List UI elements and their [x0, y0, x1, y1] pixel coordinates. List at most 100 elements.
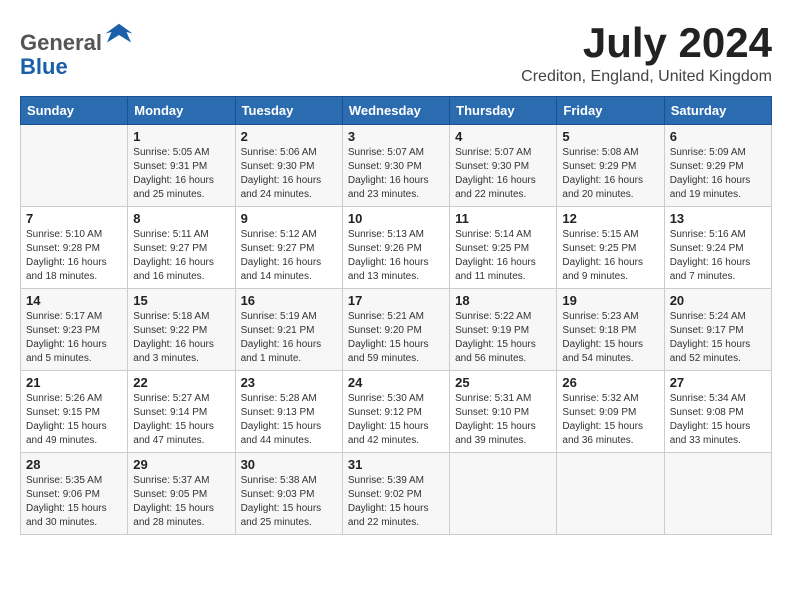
day-number: 2	[241, 129, 337, 144]
calendar-cell: 9 Sunrise: 5:12 AM Sunset: 9:27 PM Dayli…	[235, 207, 342, 289]
calendar-cell: 2 Sunrise: 5:06 AM Sunset: 9:30 PM Dayli…	[235, 125, 342, 207]
day-number: 29	[133, 457, 229, 472]
day-number: 10	[348, 211, 444, 226]
day-info: Sunrise: 5:09 AM Sunset: 9:29 PM Dayligh…	[670, 146, 766, 202]
day-info: Sunrise: 5:22 AM Sunset: 9:19 PM Dayligh…	[455, 310, 551, 366]
calendar-cell: 7 Sunrise: 5:10 AM Sunset: 9:28 PM Dayli…	[21, 207, 128, 289]
calendar-cell: 29 Sunrise: 5:37 AM Sunset: 9:05 PM Dayl…	[128, 453, 235, 535]
calendar-cell: 22 Sunrise: 5:27 AM Sunset: 9:14 PM Dayl…	[128, 371, 235, 453]
calendar-cell: 28 Sunrise: 5:35 AM Sunset: 9:06 PM Dayl…	[21, 453, 128, 535]
calendar-cell	[664, 453, 771, 535]
calendar-cell: 20 Sunrise: 5:24 AM Sunset: 9:17 PM Dayl…	[664, 289, 771, 371]
day-info: Sunrise: 5:32 AM Sunset: 9:09 PM Dayligh…	[562, 392, 658, 448]
day-number: 25	[455, 375, 551, 390]
day-number: 12	[562, 211, 658, 226]
day-info: Sunrise: 5:18 AM Sunset: 9:22 PM Dayligh…	[133, 310, 229, 366]
day-info: Sunrise: 5:08 AM Sunset: 9:29 PM Dayligh…	[562, 146, 658, 202]
calendar-cell: 18 Sunrise: 5:22 AM Sunset: 9:19 PM Dayl…	[450, 289, 557, 371]
col-header-friday: Friday	[557, 97, 664, 125]
day-info: Sunrise: 5:23 AM Sunset: 9:18 PM Dayligh…	[562, 310, 658, 366]
calendar-cell	[450, 453, 557, 535]
day-info: Sunrise: 5:38 AM Sunset: 9:03 PM Dayligh…	[241, 474, 337, 530]
day-info: Sunrise: 5:06 AM Sunset: 9:30 PM Dayligh…	[241, 146, 337, 202]
day-number: 20	[670, 293, 766, 308]
day-info: Sunrise: 5:34 AM Sunset: 9:08 PM Dayligh…	[670, 392, 766, 448]
day-info: Sunrise: 5:28 AM Sunset: 9:13 PM Dayligh…	[241, 392, 337, 448]
calendar-cell: 10 Sunrise: 5:13 AM Sunset: 9:26 PM Dayl…	[342, 207, 449, 289]
day-number: 21	[26, 375, 122, 390]
day-number: 22	[133, 375, 229, 390]
title-block: July 2024 Crediton, England, United King…	[521, 20, 772, 86]
day-info: Sunrise: 5:24 AM Sunset: 9:17 PM Dayligh…	[670, 310, 766, 366]
calendar-cell: 30 Sunrise: 5:38 AM Sunset: 9:03 PM Dayl…	[235, 453, 342, 535]
calendar-cell: 1 Sunrise: 5:05 AM Sunset: 9:31 PM Dayli…	[128, 125, 235, 207]
day-number: 16	[241, 293, 337, 308]
calendar-table: SundayMondayTuesdayWednesdayThursdayFrid…	[20, 96, 772, 535]
day-number: 28	[26, 457, 122, 472]
calendar-cell: 27 Sunrise: 5:34 AM Sunset: 9:08 PM Dayl…	[664, 371, 771, 453]
logo-text: General Blue	[20, 20, 134, 79]
day-number: 1	[133, 129, 229, 144]
calendar-cell: 17 Sunrise: 5:21 AM Sunset: 9:20 PM Dayl…	[342, 289, 449, 371]
day-number: 5	[562, 129, 658, 144]
day-info: Sunrise: 5:30 AM Sunset: 9:12 PM Dayligh…	[348, 392, 444, 448]
day-number: 18	[455, 293, 551, 308]
day-info: Sunrise: 5:15 AM Sunset: 9:25 PM Dayligh…	[562, 228, 658, 284]
day-info: Sunrise: 5:13 AM Sunset: 9:26 PM Dayligh…	[348, 228, 444, 284]
col-header-sunday: Sunday	[21, 97, 128, 125]
day-info: Sunrise: 5:31 AM Sunset: 9:10 PM Dayligh…	[455, 392, 551, 448]
calendar-cell: 4 Sunrise: 5:07 AM Sunset: 9:30 PM Dayli…	[450, 125, 557, 207]
day-info: Sunrise: 5:37 AM Sunset: 9:05 PM Dayligh…	[133, 474, 229, 530]
calendar-cell: 26 Sunrise: 5:32 AM Sunset: 9:09 PM Dayl…	[557, 371, 664, 453]
calendar-cell: 12 Sunrise: 5:15 AM Sunset: 9:25 PM Dayl…	[557, 207, 664, 289]
calendar-cell: 15 Sunrise: 5:18 AM Sunset: 9:22 PM Dayl…	[128, 289, 235, 371]
calendar-cell	[21, 125, 128, 207]
calendar-cell: 21 Sunrise: 5:26 AM Sunset: 9:15 PM Dayl…	[21, 371, 128, 453]
calendar-cell: 11 Sunrise: 5:14 AM Sunset: 9:25 PM Dayl…	[450, 207, 557, 289]
logo-bird-icon	[104, 20, 134, 50]
day-info: Sunrise: 5:12 AM Sunset: 9:27 PM Dayligh…	[241, 228, 337, 284]
calendar-cell: 13 Sunrise: 5:16 AM Sunset: 9:24 PM Dayl…	[664, 207, 771, 289]
day-info: Sunrise: 5:11 AM Sunset: 9:27 PM Dayligh…	[133, 228, 229, 284]
day-info: Sunrise: 5:05 AM Sunset: 9:31 PM Dayligh…	[133, 146, 229, 202]
day-number: 11	[455, 211, 551, 226]
calendar-cell: 31 Sunrise: 5:39 AM Sunset: 9:02 PM Dayl…	[342, 453, 449, 535]
calendar-cell: 16 Sunrise: 5:19 AM Sunset: 9:21 PM Dayl…	[235, 289, 342, 371]
day-info: Sunrise: 5:39 AM Sunset: 9:02 PM Dayligh…	[348, 474, 444, 530]
day-number: 27	[670, 375, 766, 390]
day-number: 14	[26, 293, 122, 308]
day-info: Sunrise: 5:19 AM Sunset: 9:21 PM Dayligh…	[241, 310, 337, 366]
month-title: July 2024	[521, 20, 772, 66]
logo: General Blue	[20, 20, 134, 79]
day-info: Sunrise: 5:35 AM Sunset: 9:06 PM Dayligh…	[26, 474, 122, 530]
day-info: Sunrise: 5:07 AM Sunset: 9:30 PM Dayligh…	[455, 146, 551, 202]
calendar-cell: 19 Sunrise: 5:23 AM Sunset: 9:18 PM Dayl…	[557, 289, 664, 371]
day-info: Sunrise: 5:16 AM Sunset: 9:24 PM Dayligh…	[670, 228, 766, 284]
day-number: 15	[133, 293, 229, 308]
day-number: 3	[348, 129, 444, 144]
day-info: Sunrise: 5:10 AM Sunset: 9:28 PM Dayligh…	[26, 228, 122, 284]
location: Crediton, England, United Kingdom	[521, 68, 772, 86]
day-number: 26	[562, 375, 658, 390]
day-number: 6	[670, 129, 766, 144]
calendar-cell: 25 Sunrise: 5:31 AM Sunset: 9:10 PM Dayl…	[450, 371, 557, 453]
col-header-monday: Monday	[128, 97, 235, 125]
day-number: 19	[562, 293, 658, 308]
day-number: 7	[26, 211, 122, 226]
day-info: Sunrise: 5:07 AM Sunset: 9:30 PM Dayligh…	[348, 146, 444, 202]
day-number: 8	[133, 211, 229, 226]
col-header-tuesday: Tuesday	[235, 97, 342, 125]
col-header-saturday: Saturday	[664, 97, 771, 125]
day-number: 30	[241, 457, 337, 472]
col-header-thursday: Thursday	[450, 97, 557, 125]
calendar-cell: 6 Sunrise: 5:09 AM Sunset: 9:29 PM Dayli…	[664, 125, 771, 207]
day-number: 9	[241, 211, 337, 226]
day-info: Sunrise: 5:14 AM Sunset: 9:25 PM Dayligh…	[455, 228, 551, 284]
calendar-cell: 24 Sunrise: 5:30 AM Sunset: 9:12 PM Dayl…	[342, 371, 449, 453]
day-info: Sunrise: 5:26 AM Sunset: 9:15 PM Dayligh…	[26, 392, 122, 448]
calendar-cell: 14 Sunrise: 5:17 AM Sunset: 9:23 PM Dayl…	[21, 289, 128, 371]
day-number: 31	[348, 457, 444, 472]
page-header: General Blue July 2024 Crediton, England…	[20, 20, 772, 86]
day-number: 13	[670, 211, 766, 226]
calendar-cell	[557, 453, 664, 535]
